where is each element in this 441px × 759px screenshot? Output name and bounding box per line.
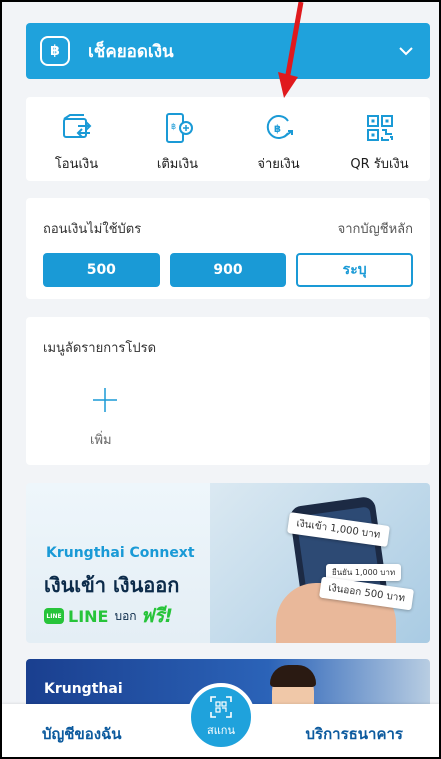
nav-my-accounts[interactable]: บัญชีของฉัน: [42, 722, 122, 746]
pay-icon: ฿: [266, 115, 293, 139]
scan-label: สแกน: [207, 724, 235, 737]
plus-icon[interactable]: [92, 387, 118, 413]
line-word: LINE: [68, 606, 109, 626]
line-free-word: ฟรี!: [140, 605, 173, 627]
banner2-brand: Krungthai: [44, 681, 123, 697]
svg-text:฿: ฿: [274, 124, 281, 135]
baht-icon: ฿: [40, 36, 70, 66]
krungthai-connext-banner[interactable]: เงินเข้า 1,000 บาท ยืนยัน 1,000 บาท เงิน…: [26, 483, 430, 643]
svg-text:฿: ฿: [171, 122, 176, 131]
transfer-icon: [62, 114, 91, 138]
banner-line-row: LINE LINE บอก ฟรี!: [44, 601, 173, 631]
red-arrow-annotation: [278, 2, 304, 98]
quick-action-transfer[interactable]: โอนเงิน: [26, 97, 127, 181]
cardless-withdraw-card: ถอนเงินไม่ใช้บัตร จากบัญชีหลัก 500 900 ร…: [26, 198, 430, 299]
qr-receive-icon: [366, 115, 393, 141]
quick-action-qr-receive[interactable]: QR รับเงิน: [329, 97, 430, 181]
check-balance-bar[interactable]: ฿ เช็คยอดเงิน: [26, 23, 430, 79]
favorite-shortcuts-card: เมนูลัดรายการโปรด เพิ่ม: [26, 317, 430, 465]
quick-action-topup[interactable]: ฿ เติมเงิน: [127, 97, 228, 181]
quick-action-label: โอนเงิน: [54, 157, 99, 172]
nav-bank-services[interactable]: บริการธนาคาร: [306, 722, 404, 746]
person-hair: [270, 665, 316, 687]
quick-action-pay[interactable]: ฿ จ่ายเงิน: [228, 97, 329, 181]
topup-icon: ฿: [165, 113, 193, 143]
chevron-down-icon[interactable]: [396, 41, 416, 61]
withdraw-500-button[interactable]: 500: [43, 253, 160, 287]
favorite-shortcuts-title: เมนูลัดรายการโปรด: [43, 341, 157, 356]
withdraw-custom-button[interactable]: ระบุ: [296, 253, 413, 287]
quick-action-label: QR รับเงิน: [350, 157, 409, 172]
check-balance-label: เช็คยอดเงิน: [88, 41, 174, 62]
quick-action-label: เติมเงิน: [156, 157, 199, 172]
quick-actions-card: โอนเงิน ฿ เติมเงิน ฿ จ่ายเงิน QR รับเงิน: [26, 97, 430, 181]
banner-brand: Krungthai Connext: [46, 545, 195, 561]
withdraw-900-button[interactable]: 900: [169, 253, 287, 287]
quick-action-label: จ่ายเงิน: [257, 157, 300, 172]
banner-headline: เงินเข้า เงินออก: [44, 573, 180, 597]
withdraw-source-account[interactable]: จากบัญชีหลัก: [338, 218, 413, 239]
app-screen: ฿ เช็คยอดเงิน โอนเงิน ฿ เติมเงิน ฿ จ่ายเ…: [2, 2, 439, 757]
line-notify-word: บอก: [114, 608, 137, 623]
scan-button[interactable]: สแกน: [187, 683, 255, 751]
add-shortcut-label[interactable]: เพิ่ม: [90, 429, 112, 450]
scan-icon: [210, 696, 232, 718]
cardless-withdraw-title: ถอนเงินไม่ใช้บัตร: [43, 222, 142, 237]
line-logo-icon: LINE: [44, 608, 64, 624]
